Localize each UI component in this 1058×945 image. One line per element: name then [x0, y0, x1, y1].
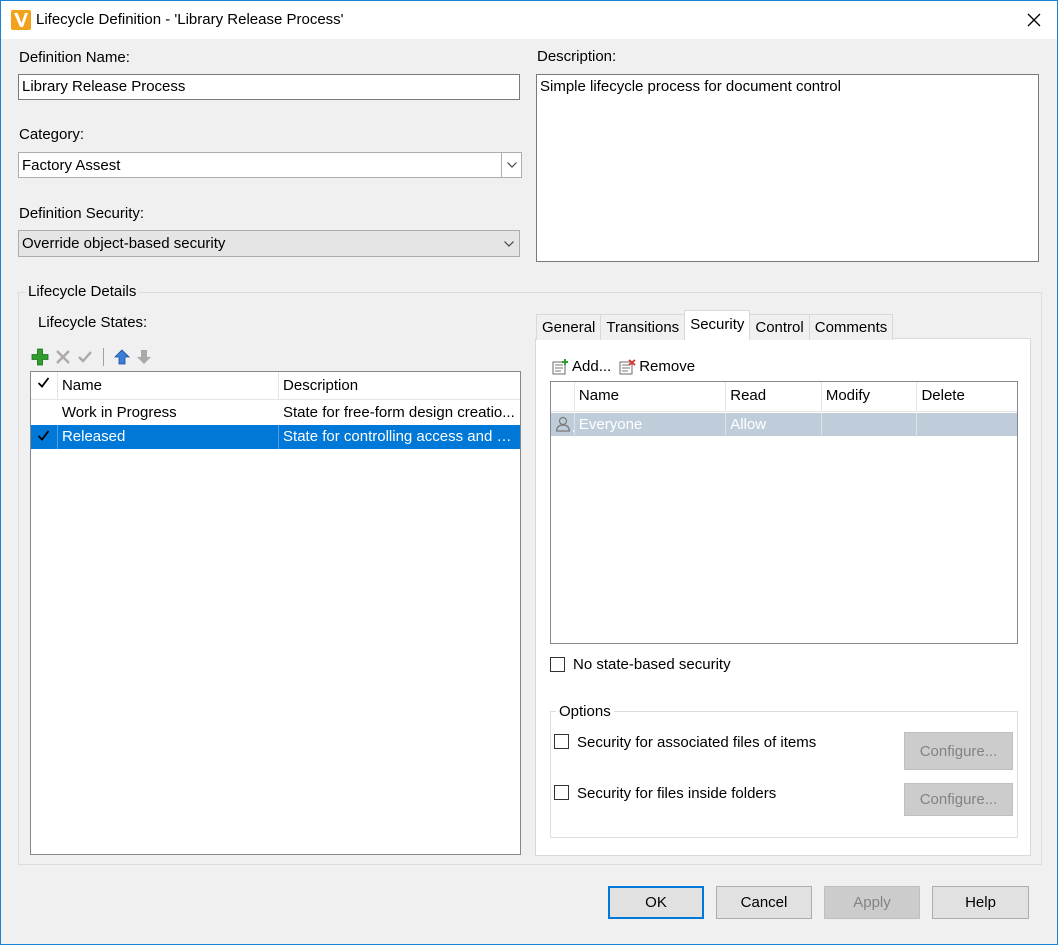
associated-files-checkbox[interactable]	[554, 734, 569, 749]
chevron-down-icon	[504, 240, 514, 247]
category-dropdown-button[interactable]	[501, 153, 521, 177]
add-icon	[31, 348, 49, 366]
definition-name-label: Definition Name:	[19, 49, 130, 66]
security-toolbar: Add... Remove	[552, 358, 695, 375]
lifecycle-states-list[interactable]: Name Description Work in Progress State …	[30, 371, 521, 855]
move-up-button[interactable]	[114, 349, 130, 365]
tab-security[interactable]: Security	[684, 310, 751, 340]
configure-folders-button[interactable]: Configure...	[904, 783, 1013, 816]
tab-transitions[interactable]: Transitions	[600, 314, 686, 340]
row-name: Released	[58, 425, 280, 449]
configure-associated-button[interactable]: Configure...	[904, 732, 1013, 770]
move-up-icon	[114, 349, 130, 365]
remove-label: Remove	[639, 358, 696, 375]
column-icon	[551, 382, 575, 412]
lifecycle-details-title: Lifecycle Details	[25, 283, 140, 300]
user-icon	[555, 416, 571, 432]
delete-state-button[interactable]	[55, 349, 71, 365]
definition-security-dropdown-button[interactable]	[499, 231, 519, 256]
column-delete[interactable]: Delete	[917, 382, 1017, 412]
toolbar-separator	[103, 348, 104, 366]
row-delete	[917, 413, 1017, 437]
table-row[interactable]: Released State for controlling access an…	[31, 425, 520, 449]
table-row[interactable]: Work in Progress State for free-form des…	[31, 401, 520, 425]
move-down-button[interactable]	[136, 349, 152, 365]
column-read[interactable]: Read	[726, 382, 822, 412]
states-toolbar	[31, 347, 152, 367]
default-state-button[interactable]	[77, 349, 93, 365]
options-title: Options	[556, 703, 614, 720]
add-member-button[interactable]: Add...	[552, 358, 611, 375]
no-state-security-checkbox[interactable]	[550, 657, 565, 672]
window-title: Lifecycle Definition - 'Library Release …	[36, 11, 344, 28]
close-button[interactable]	[1011, 1, 1057, 39]
folder-files-checkbox[interactable]	[554, 785, 569, 800]
remove-entry-icon	[619, 358, 636, 374]
column-name[interactable]: Name	[58, 372, 280, 400]
definition-name-input[interactable]: Library Release Process	[18, 74, 520, 100]
lifecycle-states-label: Lifecycle States:	[38, 314, 148, 331]
row-icon-cell	[551, 413, 575, 437]
column-modify[interactable]: Modify	[822, 382, 918, 412]
definition-security-value: Override object-based security	[22, 235, 226, 252]
row-name: Everyone	[575, 413, 727, 437]
title-bar: Lifecycle Definition - 'Library Release …	[1, 1, 1057, 39]
column-name[interactable]: Name	[575, 382, 727, 412]
description-textarea[interactable]: Simple lifecycle process for document co…	[536, 74, 1039, 262]
row-description: State for controlling access and m...	[283, 428, 520, 445]
detail-tabs: General Transitions Security Control Com…	[536, 310, 894, 340]
add-entry-icon	[552, 358, 568, 374]
security-members-list[interactable]: Name Read Modify Delete Everyone Allow	[550, 381, 1018, 644]
tab-control[interactable]: Control	[749, 314, 810, 340]
column-description[interactable]: Description	[279, 372, 520, 400]
column-default[interactable]	[31, 372, 58, 400]
row-name: Work in Progress	[61, 404, 177, 421]
definition-security-select[interactable]: Override object-based security	[18, 230, 520, 257]
category-select[interactable]: Factory Assest	[18, 152, 522, 178]
row-description: State for free-form design creatio...	[283, 404, 515, 421]
definition-security-label: Definition Security:	[19, 205, 145, 222]
row-default-cell	[31, 401, 58, 425]
help-button[interactable]: Help	[932, 886, 1029, 919]
add-state-button[interactable]	[31, 348, 49, 366]
chevron-down-icon	[506, 162, 517, 168]
no-state-security-label: No state-based security	[573, 656, 731, 673]
description-label: Description:	[537, 48, 617, 65]
associated-files-label: Security for associated files of items	[577, 734, 817, 751]
add-label: Add...	[572, 358, 612, 375]
close-icon	[1027, 13, 1041, 27]
vault-app-icon	[11, 10, 31, 30]
lifecycle-definition-dialog: Lifecycle Definition - 'Library Release …	[0, 0, 1058, 945]
check-icon	[37, 377, 50, 388]
ok-button[interactable]: OK	[608, 886, 704, 919]
security-list-header: Name Read Modify Delete	[551, 382, 1017, 412]
check-icon	[78, 351, 92, 363]
category-label: Category:	[19, 126, 85, 143]
tab-general[interactable]: General	[536, 314, 602, 340]
cancel-button[interactable]: Cancel	[716, 886, 812, 919]
table-row[interactable]: Everyone Allow	[551, 413, 1017, 437]
row-default-cell	[31, 425, 58, 449]
move-down-icon	[137, 350, 151, 364]
options-group	[550, 711, 1018, 838]
tab-comments[interactable]: Comments	[808, 314, 894, 340]
row-read: Allow	[726, 413, 822, 437]
folder-files-label: Security for files inside folders	[577, 785, 777, 802]
states-list-header: Name Description	[31, 372, 520, 400]
remove-member-button[interactable]: Remove	[619, 358, 695, 375]
delete-icon	[56, 350, 70, 364]
apply-button[interactable]: Apply	[824, 886, 920, 919]
row-modify	[822, 413, 918, 437]
category-value: Factory Assest	[22, 157, 121, 174]
check-icon	[37, 430, 50, 441]
